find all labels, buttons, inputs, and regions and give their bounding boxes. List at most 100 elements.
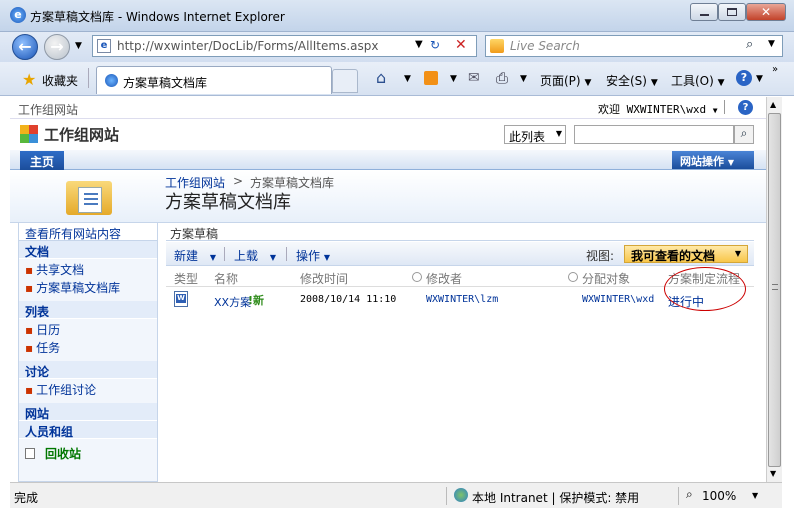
global-breadcrumb[interactable]: 工作组网站: [18, 101, 78, 118]
safety-menu-label: 安全(S): [606, 74, 647, 88]
search-options-icon[interactable]: ▼: [768, 39, 775, 49]
security-zone[interactable]: 本地 Intranet | 保护模式: 禁用: [472, 489, 639, 506]
recycle-bin-icon: [25, 448, 35, 459]
modified-by-link[interactable]: WXWINTER\lzm: [426, 294, 498, 305]
new-badge: !新: [248, 294, 265, 307]
site-title[interactable]: 工作组网站: [44, 124, 119, 145]
status-bar: 完成 本地 Intranet | 保护模式: 禁用 ⌕ 100% ▼: [10, 482, 782, 508]
actions-menu[interactable]: 操作 ▼: [296, 247, 330, 264]
bullet-icon: ▪: [25, 281, 34, 295]
site-search-button[interactable]: ⌕: [734, 125, 754, 144]
nav-item-shared-docs[interactable]: ▪ 共享文档: [19, 259, 157, 277]
home-icon[interactable]: ⌂: [376, 68, 386, 87]
address-url: http://wxwinter/DocLib/Forms/AllItems.as…: [117, 39, 379, 53]
sp-help-icon[interactable]: ?: [738, 100, 753, 115]
new-menu[interactable]: 新建 ▼: [174, 247, 216, 264]
assigned-to-link[interactable]: WXWINTER\wxd: [582, 294, 654, 305]
site-actions-label: 网站操作: [680, 155, 724, 168]
scroll-down-icon[interactable]: ▼: [770, 469, 776, 478]
tab-title: 方案草稿文档库: [123, 76, 208, 90]
rss-dropdown-icon[interactable]: ▼: [450, 74, 457, 84]
web-part-title: 方案草稿: [166, 223, 754, 241]
search-input[interactable]: Live Search ⌕ ▼: [485, 35, 783, 57]
browser-tab[interactable]: 方案草稿文档库: [96, 66, 332, 94]
refresh-icon[interactable]: ↻: [430, 38, 440, 52]
chevron-more-icon[interactable]: »: [772, 64, 778, 75]
col-type[interactable]: 类型: [174, 270, 198, 287]
upload-dropdown-icon: ▼: [269, 253, 276, 262]
nav-item-draft-library[interactable]: ▪ 方案草稿文档库: [19, 277, 157, 295]
nav-item-label: 共享文档: [36, 263, 85, 277]
new-tab-button[interactable]: [332, 69, 358, 93]
help-icon[interactable]: ?: [736, 70, 752, 86]
global-bar: 工作组网站 欢迎 WXWINTER\wxd ▼ ?: [10, 97, 766, 119]
divider: [446, 487, 447, 505]
welcome-menu[interactable]: 欢迎 WXWINTER\wxd ▼: [598, 101, 718, 117]
print-icon[interactable]: ⎙: [496, 69, 508, 87]
modified-date: 2008/10/14 11:10: [300, 294, 397, 305]
safety-menu[interactable]: 安全(S) ▼: [606, 72, 658, 89]
page-menu-dropdown-icon: ▼: [584, 78, 592, 88]
mail-icon[interactable]: ✉: [468, 70, 480, 86]
actions-dropdown-icon: ▼: [323, 253, 330, 262]
recycle-bin-link[interactable]: 回收站: [19, 439, 157, 461]
minimize-button[interactable]: [690, 3, 718, 21]
lists-header[interactable]: 列表: [19, 301, 157, 319]
site-actions-menu[interactable]: 网站操作 ▼: [672, 151, 754, 169]
page-menu[interactable]: 页面(P) ▼: [540, 72, 591, 89]
people-groups-header[interactable]: 人员和组: [19, 421, 157, 439]
col-modified[interactable]: 修改时间: [300, 270, 348, 287]
back-button[interactable]: ←: [12, 34, 38, 60]
col-modified-by[interactable]: 修改者: [426, 270, 462, 287]
search-placeholder: Live Search: [510, 39, 580, 53]
stop-icon[interactable]: ✕: [455, 37, 467, 53]
nav-item-tasks[interactable]: ▪ 任务: [19, 337, 157, 355]
search-scope-select[interactable]: 此列表 ▼: [504, 125, 566, 144]
scroll-thumb[interactable]: [768, 113, 781, 467]
favorites-button[interactable]: 收藏夹: [42, 72, 78, 89]
list-view: 方案草稿 新建 ▼ 上载 ▼ 操作 ▼ 视图: 我可查看的文档 ▼ 类型 名称 修…: [166, 223, 754, 482]
sites-header[interactable]: 网站: [19, 403, 157, 421]
col-name[interactable]: 名称: [214, 270, 238, 287]
page-menu-label: 页面(P): [540, 74, 581, 88]
close-button[interactable]: ✕: [746, 3, 786, 21]
tools-menu[interactable]: 工具(O) ▼: [671, 72, 725, 89]
maximize-icon: [727, 8, 737, 16]
col-assigned[interactable]: 分配对象: [582, 270, 630, 287]
zoom-level[interactable]: 100%: [702, 489, 736, 503]
document-name-link[interactable]: XX方案: [214, 294, 251, 310]
recent-pages-dropdown-icon[interactable]: ▼: [75, 41, 82, 51]
nav-item-calendar[interactable]: ▪ 日历: [19, 319, 157, 337]
discussions-header[interactable]: 讨论: [19, 361, 157, 379]
upload-label: 上载: [234, 249, 259, 263]
word-document-icon[interactable]: W: [174, 291, 188, 307]
print-dropdown-icon[interactable]: ▼: [520, 74, 527, 84]
vertical-scrollbar[interactable]: ▲ ▼: [766, 97, 782, 482]
search-icon[interactable]: ⌕: [746, 37, 753, 52]
zoom-dropdown-icon[interactable]: ▼: [752, 491, 758, 500]
site-search-input[interactable]: [574, 125, 734, 144]
title-area: 工作组网站 > 方案草稿文档库 方案草稿文档库: [10, 171, 766, 223]
forward-button[interactable]: →: [44, 34, 70, 60]
scroll-up-icon[interactable]: ▲: [770, 100, 776, 109]
tab-home[interactable]: 主页: [20, 151, 64, 170]
actions-label: 操作: [296, 249, 321, 263]
help-dropdown-icon[interactable]: ▼: [756, 74, 763, 84]
nav-item-team-discussion[interactable]: ▪ 工作组讨论: [19, 379, 157, 397]
address-dropdown-icon[interactable]: ▼: [415, 39, 423, 50]
nav-item-label: 方案草稿文档库: [36, 281, 121, 295]
ie-logo-icon: e: [10, 7, 26, 23]
maximize-button[interactable]: [718, 3, 746, 21]
home-dropdown-icon[interactable]: ▼: [404, 74, 411, 84]
upload-menu[interactable]: 上载 ▼: [234, 247, 276, 264]
page-content: 工作组网站 欢迎 WXWINTER\wxd ▼ ? 工作组网站 此列表 ▼ ⌕ …: [10, 97, 766, 482]
address-input[interactable]: e http://wxwinter/DocLib/Forms/AllItems.…: [92, 35, 477, 57]
divider: [678, 487, 679, 505]
favorites-star-icon[interactable]: ★: [22, 70, 36, 89]
view-selector[interactable]: 我可查看的文档 ▼: [624, 245, 748, 263]
presence-icon: [412, 272, 422, 282]
rss-feed-icon[interactable]: [424, 71, 438, 85]
view-all-content-link[interactable]: 查看所有网站内容: [19, 223, 157, 241]
top-nav-bar: 主页 网站操作 ▼: [10, 150, 766, 170]
docs-header[interactable]: 文档: [19, 241, 157, 259]
